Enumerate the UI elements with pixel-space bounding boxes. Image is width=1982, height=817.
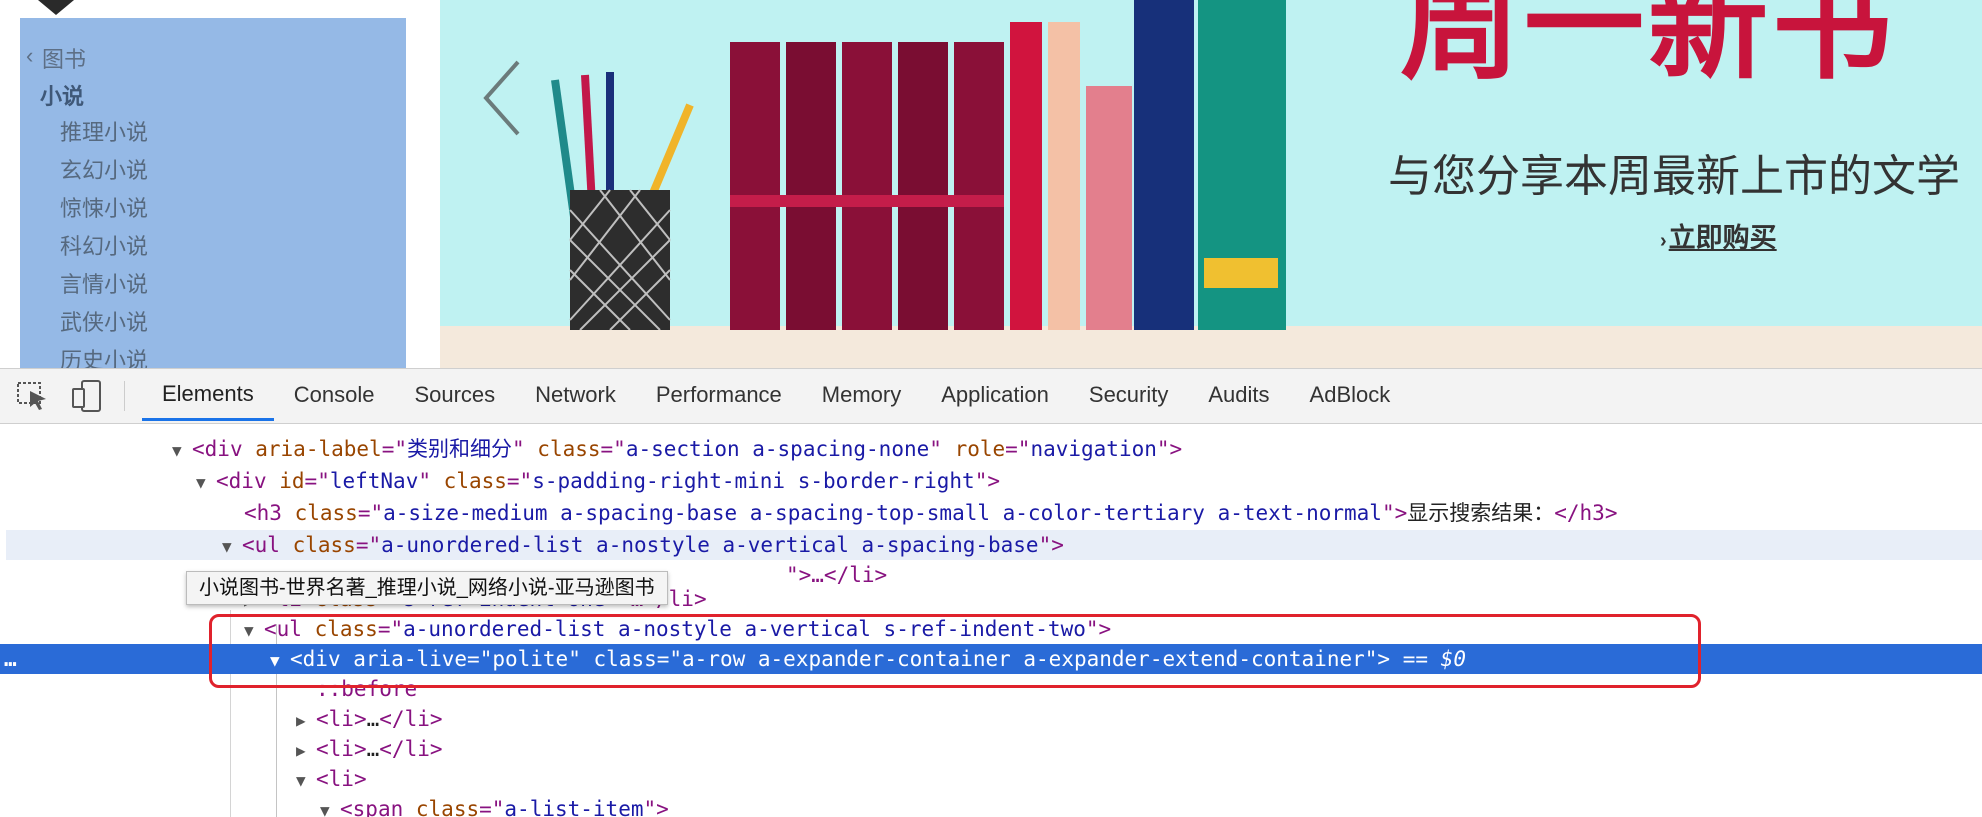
dom-tree: ▼ <div aria-label="类别和细分" class="a-sectio… [0,424,1982,817]
category-item[interactable]: 言情小说 [60,267,148,299]
toolbar-divider [124,381,125,411]
triangle-down-icon[interactable]: ▼ [222,532,242,562]
triangle-right-icon[interactable]: ▶ [296,736,316,766]
category-back-label: 图书 [42,47,87,72]
tab-application[interactable]: Application [921,369,1069,421]
dom-node-row[interactable]: ▼ <div id="leftNav" class="s-padding-righ… [0,466,1982,496]
devtools-tabs: Elements Console Sources Network Perform… [142,369,1410,423]
device-toolbar-icon[interactable] [70,379,104,413]
chevron-right-icon: › [1660,230,1667,252]
buy-now-link[interactable]: ›立即购买 [1660,216,1777,255]
category-current: 小说 [40,84,85,109]
more-options-icon[interactable]: … [4,644,17,674]
dom-node-row[interactable]: ▶ <li>…</li> [0,704,1982,734]
web-page-area: ‹ 图书 小说 推理小说 玄幻小说 惊悚小说 科幻小说 言情小说 武侠小说 历史… [0,0,1982,368]
chevron-left-icon[interactable] [482,58,522,138]
dom-node-row-hovered[interactable]: ▼ <ul class="a-unordered-list a-nostyle a… [6,530,1982,560]
tab-network[interactable]: Network [515,369,636,421]
category-back-link[interactable]: ‹ 图书 [26,42,87,74]
dom-node-row[interactable]: <h3 class="a-size-medium a-spacing-base … [0,498,1982,528]
dom-node-row[interactable]: ▼ <ul class="a-unordered-list a-nostyle a… [0,614,1982,644]
triangle-right-icon[interactable]: ▶ [296,706,316,736]
category-item[interactable]: 历史小说 [60,343,148,368]
category-item[interactable]: 武侠小说 [60,305,148,337]
category-item[interactable]: 推理小说 [60,115,148,147]
banner-headline: 周一新书 [1400,0,1896,93]
books-illustration [730,0,1286,330]
tab-memory[interactable]: Memory [802,369,921,421]
dom-node-row[interactable]: ▶ <li>…</li> [0,734,1982,764]
triangle-down-icon[interactable]: ▼ [270,646,290,676]
tab-elements[interactable]: Elements [142,369,274,421]
buy-now-label: 立即购买 [1668,223,1777,253]
triangle-down-icon[interactable]: ▼ [196,468,216,498]
dom-node-row[interactable]: ▼ <span class="a-list-item"> [0,794,1982,817]
triangle-down-icon[interactable]: ▼ [172,436,192,466]
devtools-toolbar: Elements Console Sources Network Perform… [0,369,1982,424]
triangle-down-icon[interactable]: ▼ [320,796,340,817]
pencil-cup-illustration [551,72,694,330]
tab-audits[interactable]: Audits [1188,369,1289,421]
tab-sources[interactable]: Sources [394,369,515,421]
tab-performance[interactable]: Performance [636,369,802,421]
banner-subtitle: 与您分享本周最新上市的文学 [1388,152,1960,201]
element-pointer-arrow-icon [38,0,74,15]
tab-security[interactable]: Security [1069,369,1188,421]
category-navigation: ‹ 图书 小说 推理小说 玄幻小说 惊悚小说 科幻小说 言情小说 武侠小说 历史… [20,18,406,368]
inspect-element-icon[interactable] [16,381,50,411]
chevron-left-icon: ‹ [26,43,34,68]
triangle-down-icon[interactable]: ▼ [244,616,264,646]
dom-node-row[interactable]: ▼ <li> [0,764,1982,794]
tab-adblock[interactable]: AdBlock [1290,369,1411,421]
tab-console[interactable]: Console [274,369,395,421]
category-item[interactable]: 惊悚小说 [60,191,148,223]
category-item[interactable]: 科幻小说 [60,229,148,261]
page-title-tooltip: 小说图书-世界名著_推理小说_网络小说-亚马逊图书 [186,571,668,605]
dom-node-row-selected[interactable]: … ▼ <div aria-live="polite" class="a-row a… [0,644,1982,674]
promo-banner[interactable]: 周一新书 与您分享本周最新上市的文学 ›立即购买 [440,0,1982,368]
category-item[interactable]: 玄幻小说 [60,153,148,185]
banner-floor [440,326,1982,368]
triangle-down-icon[interactable]: ▼ [296,766,316,796]
dom-node-row[interactable]: ::before [0,674,1982,704]
dom-node-row[interactable]: ▼ <div aria-label="类别和细分" class="a-sectio… [0,434,1982,464]
